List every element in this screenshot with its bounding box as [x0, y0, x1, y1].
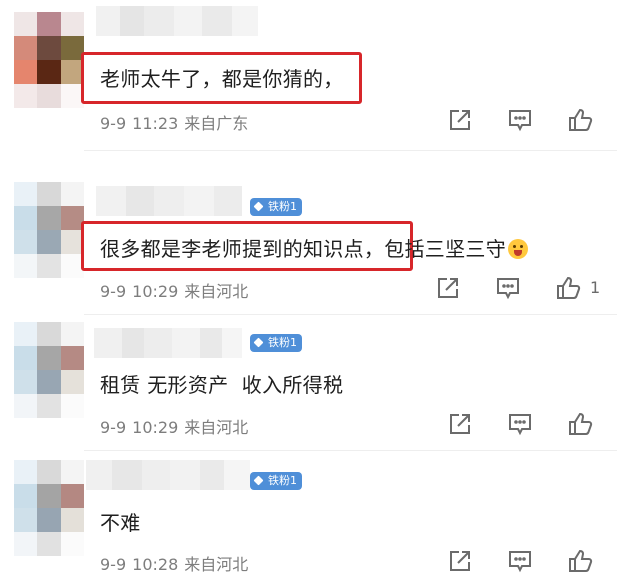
comment-location: 来自广东: [184, 114, 249, 133]
face-screaming-emoji: [508, 239, 529, 259]
comment-date: 9-9: [100, 282, 127, 301]
comment-item: 铁粉1 租赁 无形资产 收入所得税 9-9 10:29 来自河北: [0, 314, 617, 450]
username-blurred[interactable]: [96, 186, 242, 216]
comment-item: 铁粉1 很多都是李老师提到的知识点，包括三坚三守 9-9 10:29 来自河北 1: [0, 160, 617, 310]
comment-text-highlighted: 很多都是李老师提到的知识点: [100, 237, 364, 261]
fan-badge: 铁粉1: [250, 472, 302, 490]
username-blurred[interactable]: [86, 460, 250, 490]
comment-meta: 9-9 10:28 来自河北: [100, 551, 254, 575]
share-icon[interactable]: [446, 410, 474, 438]
avatar[interactable]: [14, 460, 84, 556]
comment-item: 铁粉1 不难 9-9 10:28 来自河北: [0, 450, 617, 585]
comment-text: 不难: [100, 511, 141, 535]
comment-meta: 9-9 10:29 来自河北: [100, 414, 254, 438]
comment-icon[interactable]: [494, 274, 522, 302]
comment-text: 老师太牛了，都是你猜的，: [100, 67, 344, 91]
comment-meta: 9-9 11:23 来自广东: [100, 110, 254, 134]
avatar[interactable]: [14, 12, 84, 108]
share-icon[interactable]: [446, 106, 474, 134]
comment-text: 很多都是李老师提到的知识点，包括三坚三守: [100, 233, 529, 262]
comment-item: 老师太牛了，都是你猜的， 9-9 11:23 来自广东: [0, 0, 617, 150]
comment-time: 10:28: [132, 555, 179, 574]
avatar[interactable]: [14, 182, 84, 278]
like-count: 1: [590, 278, 601, 297]
comment-text: 租赁 无形资产 收入所得税: [100, 373, 344, 397]
diamond-icon: [253, 337, 264, 348]
comment-time: 11:23: [132, 114, 179, 133]
comment-time: 10:29: [132, 282, 179, 301]
comment-icon[interactable]: [506, 410, 534, 438]
avatar[interactable]: [14, 322, 84, 418]
fan-badge: 铁粉1: [250, 334, 302, 352]
badge-label: 铁粉1: [268, 200, 297, 213]
comment-location: 来自河北: [184, 418, 249, 437]
fan-badge: 铁粉1: [250, 198, 302, 216]
comment-date: 9-9: [100, 418, 127, 437]
comment-icon[interactable]: [506, 106, 534, 134]
diamond-icon: [253, 475, 264, 486]
comment-time: 10:29: [132, 418, 179, 437]
comment-text-rest: ，包括三坚三守: [363, 237, 507, 261]
comment-date: 9-9: [100, 555, 127, 574]
comment-icon[interactable]: [506, 547, 534, 575]
share-icon[interactable]: [434, 274, 462, 302]
comment-date: 9-9: [100, 114, 127, 133]
like-icon[interactable]: [566, 547, 594, 575]
like-icon[interactable]: [566, 106, 594, 134]
comment-location: 来自河北: [184, 282, 249, 301]
comment-location: 来自河北: [184, 555, 249, 574]
badge-label: 铁粉1: [268, 336, 297, 349]
divider: [84, 150, 617, 151]
share-icon[interactable]: [446, 547, 474, 575]
username-blurred[interactable]: [94, 328, 242, 358]
like-icon[interactable]: [554, 274, 582, 302]
username-blurred[interactable]: [96, 6, 258, 36]
badge-label: 铁粉1: [268, 474, 297, 487]
comment-meta: 9-9 10:29 来自河北: [100, 278, 254, 302]
like-icon[interactable]: [566, 410, 594, 438]
diamond-icon: [253, 201, 264, 212]
